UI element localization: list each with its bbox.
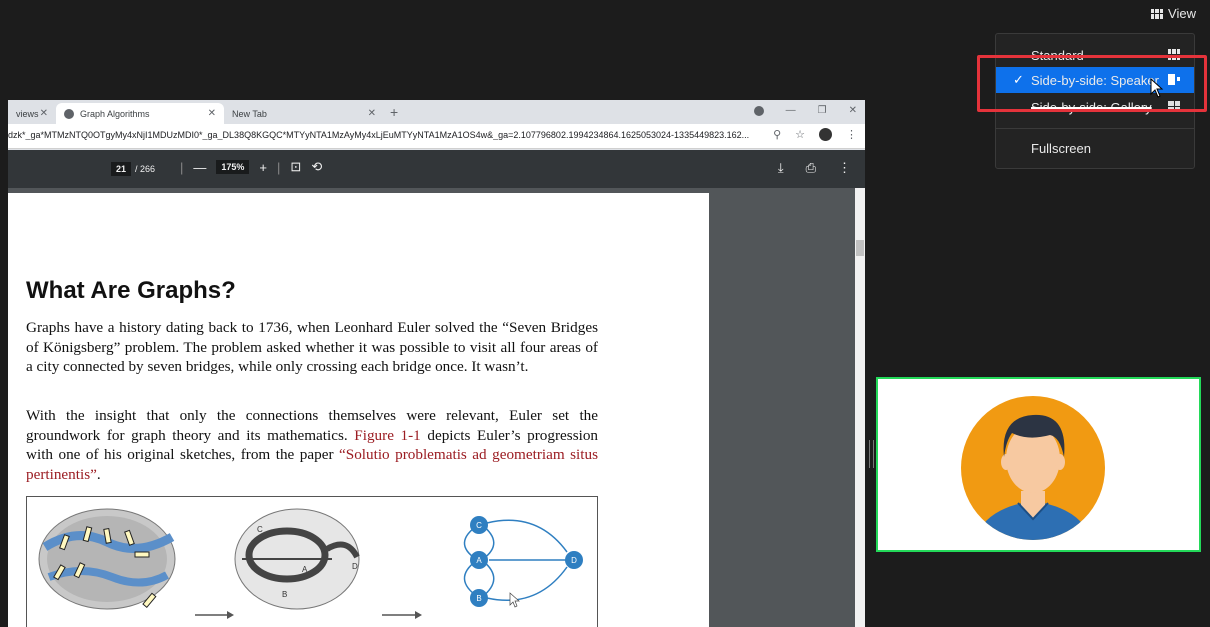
star-icon[interactable]: ☆ (795, 128, 805, 141)
address-bar: dzk*_ga*MTMzNTQ0OTgyMy4xNjI1MDUzMDI0*_ga… (8, 124, 865, 149)
graph-node-label: C (476, 521, 482, 530)
record-icon[interactable] (753, 105, 764, 116)
participant-avatar (961, 396, 1105, 540)
map-label: A (302, 565, 308, 574)
zoom-icon[interactable]: ⚲ (773, 128, 781, 141)
section-heading: What Are Graphs? (26, 277, 236, 304)
graph-node-label: A (476, 556, 482, 565)
close-window-icon[interactable]: ✕ (849, 105, 857, 116)
graph-node-label: B (476, 594, 481, 603)
rotate-icon[interactable]: ⟲ (311, 159, 322, 175)
map-label: D (352, 562, 358, 571)
page-total: / 266 (135, 164, 156, 174)
paragraph-2-text-c: . (96, 465, 101, 483)
view-button-label: View (1168, 6, 1196, 21)
menu-item-fullscreen[interactable]: Fullscreen (996, 135, 1194, 161)
zoom-out-icon[interactable]: — (193, 160, 206, 175)
more-icon[interactable]: ⋮ (846, 128, 857, 141)
globe-icon (64, 108, 74, 119)
tab-new-tab[interactable]: New Tab ✕ (224, 103, 384, 124)
progression-arrows (195, 611, 422, 619)
view-button[interactable]: View (1151, 6, 1196, 21)
split-resize-handle[interactable] (869, 440, 874, 468)
konigsberg-map (38, 508, 176, 610)
participant-video[interactable] (876, 377, 1201, 552)
menu-item-label: Fullscreen (1031, 140, 1091, 156)
graph-node-label: D (571, 556, 577, 565)
browser-window: views ✕ Graph Algorithms ✕ New Tab ✕ + —… (8, 100, 865, 627)
zoom-level-input[interactable]: 175% (216, 160, 250, 174)
scrollbar-thumb[interactable] (856, 240, 864, 256)
zoom-in-icon[interactable]: + (259, 160, 267, 175)
menu-divider (996, 128, 1194, 129)
pdf-page: What Are Graphs? Graphs have a history d… (8, 193, 709, 627)
tab-label: views (16, 108, 39, 119)
zoom-controls: | — 175% + | ⊡ ⟲ (180, 159, 323, 175)
close-icon[interactable]: ✕ (368, 108, 376, 119)
mouse-cursor-icon (1150, 78, 1164, 98)
close-icon[interactable]: ✕ (208, 108, 216, 119)
map-label: C (257, 525, 263, 534)
cursor-icon (509, 592, 520, 608)
graph-diagram: C A D B (463, 516, 583, 608)
paragraph-2: With the insight that only the connectio… (26, 406, 598, 484)
print-icon[interactable]: ⎙ (806, 160, 816, 176)
figure-1-1: C A B D C A D B (26, 496, 598, 627)
address-bar-icons: ⚲ ☆ ⋮ (773, 128, 857, 141)
tab-graph-algorithms[interactable]: Graph Algorithms ✕ (56, 103, 224, 124)
highlight-box (977, 55, 1207, 112)
map-label: B (282, 590, 287, 599)
pdf-tools: ⤓ ⎙ ⋮ (778, 160, 851, 176)
tab-label: New Tab (232, 108, 267, 119)
page-indicator: 21 / 266 (111, 162, 155, 176)
new-tab-plus-icon[interactable]: + (390, 104, 398, 120)
profile-avatar[interactable] (819, 128, 832, 141)
page-number-input[interactable]: 21 (111, 162, 132, 176)
grid-icon (1151, 8, 1164, 19)
viewer-margin (709, 188, 855, 627)
url-field[interactable]: dzk*_ga*MTMzNTQ0OTgyMy4xNjI1MDUzMDI0*_ga… (8, 130, 770, 140)
figure-link[interactable]: Figure 1-1 (354, 427, 421, 444)
download-icon[interactable]: ⤓ (778, 160, 784, 176)
paragraph-1: Graphs have a history dating back to 173… (26, 319, 598, 376)
meeting-stage: View Standard ✓ Side-by-side: Speaker Si… (0, 0, 1210, 627)
pdf-viewer: What Are Graphs? Graphs have a history d… (8, 188, 865, 627)
minimize-icon[interactable]: — (786, 105, 796, 116)
figure-illustration: C A B D C A D B (38, 508, 583, 619)
fit-page-icon[interactable]: ⊡ (290, 159, 301, 175)
close-icon[interactable]: ✕ (40, 108, 48, 119)
tab-strip: views ✕ Graph Algorithms ✕ New Tab ✕ + —… (8, 100, 865, 124)
more-icon[interactable]: ⋮ (838, 160, 851, 176)
restore-icon[interactable]: ❐ (818, 105, 827, 116)
pdf-toolbar: 21 / 266 | — 175% + | ⊡ ⟲ ⤓ ⎙ ⋮ (8, 150, 865, 188)
tab-label: Graph Algorithms (80, 108, 150, 119)
window-controls: — ❐ ✕ (753, 105, 857, 116)
euler-sketch: C A B D (234, 508, 360, 610)
tab-previous[interactable]: views ✕ (8, 103, 56, 124)
scrollbar[interactable] (855, 188, 865, 627)
